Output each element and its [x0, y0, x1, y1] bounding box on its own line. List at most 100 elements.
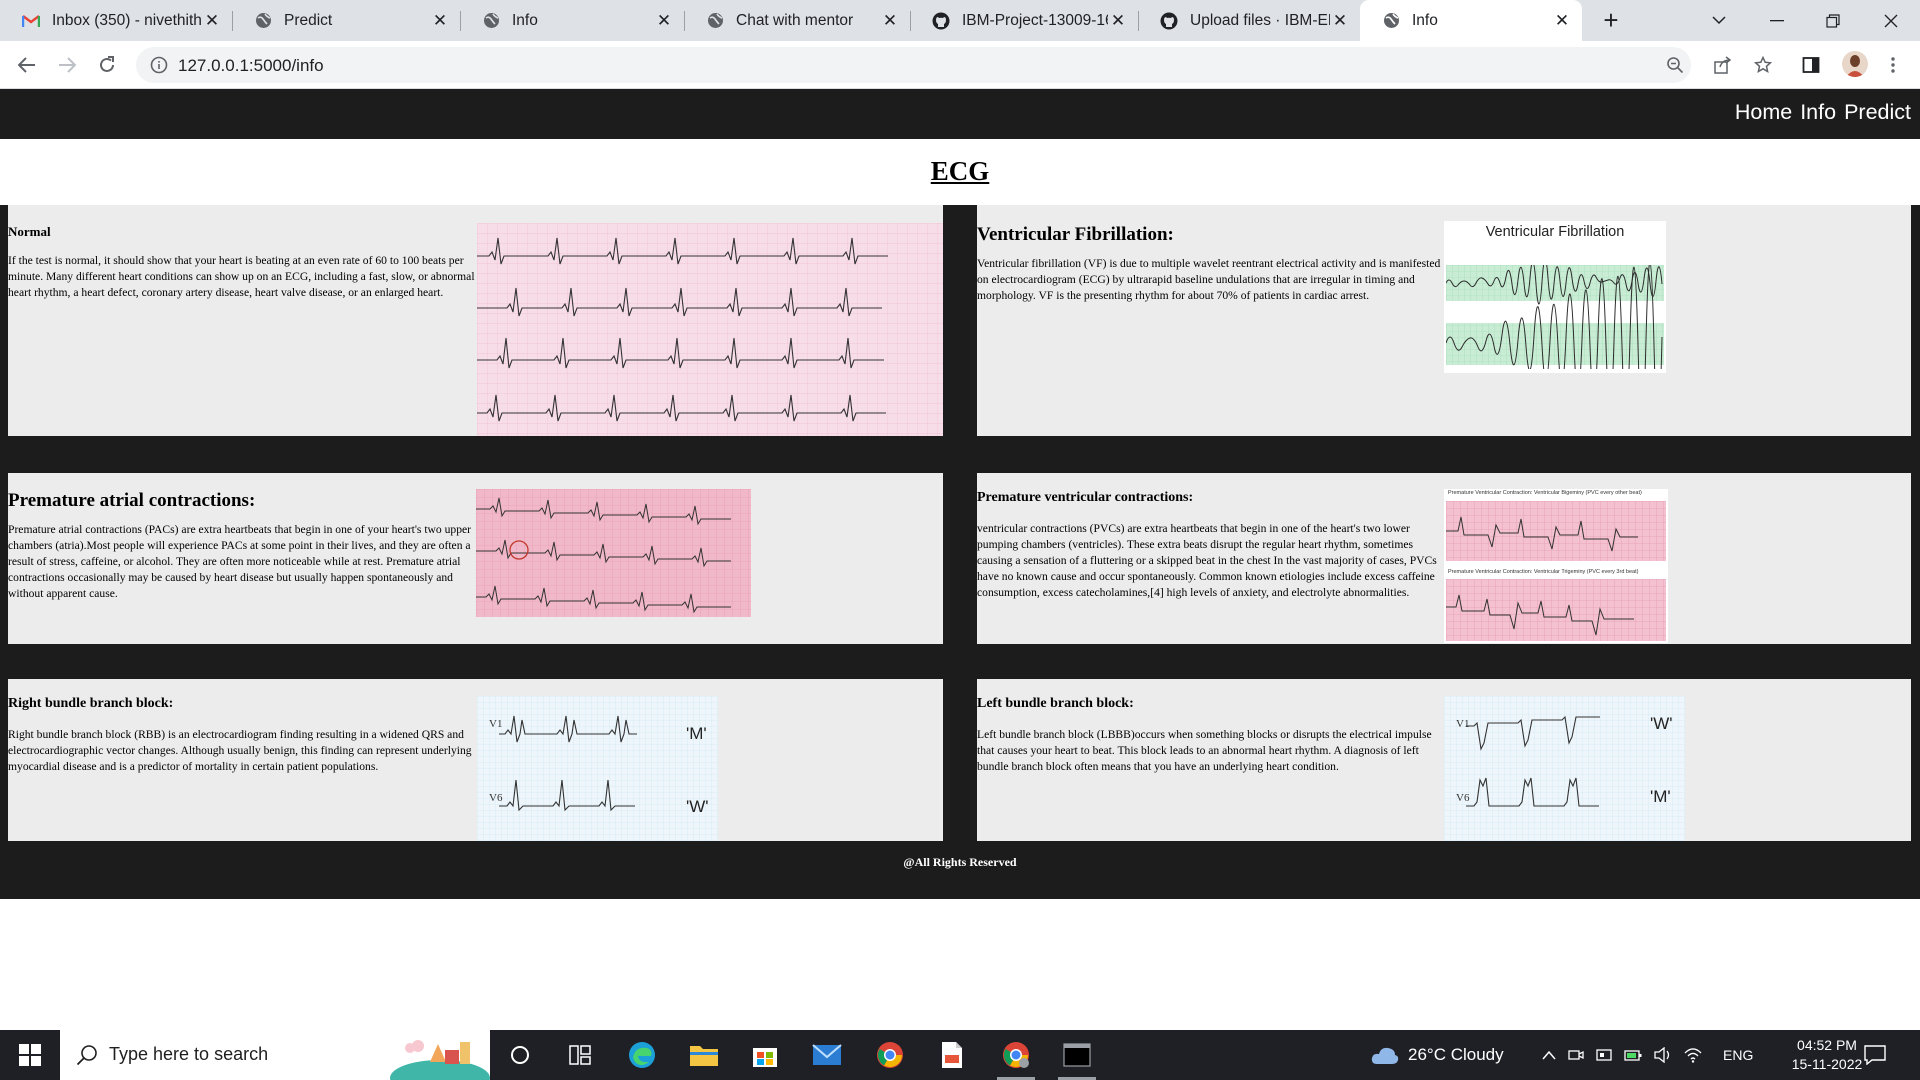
close-tab-icon[interactable]: ✕: [654, 11, 674, 31]
search-highlight-illustration-icon: [390, 1040, 490, 1080]
tab-title: Info: [1412, 11, 1438, 29]
ecg-rbbb-image: V1 V6 'M' 'W': [477, 696, 718, 841]
github-icon: [932, 12, 950, 30]
search-icon: [76, 1045, 97, 1066]
forward-button[interactable]: [52, 50, 82, 80]
globe-icon: [1382, 12, 1400, 30]
minimize-icon[interactable]: [1750, 0, 1804, 41]
card-text: Right bundle branch block (RBB) is an el…: [8, 728, 472, 773]
close-tab-icon[interactable]: ✕: [1108, 11, 1128, 31]
tab-github-project[interactable]: IBM-Project-13009-16 ✕: [910, 0, 1139, 41]
github-icon: [1160, 12, 1178, 30]
ecg-pac-image: [476, 489, 751, 617]
image-title: Ventricular Fibrillation: [1485, 224, 1625, 240]
globe-icon: [254, 12, 272, 30]
site-info-icon[interactable]: [150, 56, 168, 74]
lead-label: V6: [489, 792, 503, 804]
terminal-taskbar-icon[interactable]: [1048, 1030, 1106, 1080]
wifi-icon[interactable]: [1684, 1047, 1702, 1063]
ecg-lbbb-image: V1 V6 'W' 'M': [1444, 696, 1685, 841]
close-window-icon[interactable]: [1864, 0, 1918, 41]
share-icon[interactable]: [1714, 56, 1732, 74]
tab-title: Upload files · IBM-EPB: [1190, 11, 1330, 29]
nav-predict-link[interactable]: Predict: [1844, 100, 1911, 125]
file-explorer-taskbar-icon[interactable]: [675, 1030, 733, 1080]
card-premature-atrial: Premature atrial contractions: Premature…: [8, 473, 943, 644]
clock-date: 15-11-2022: [1791, 1056, 1863, 1072]
zoom-icon[interactable]: [1666, 56, 1684, 74]
back-button[interactable]: [12, 50, 42, 80]
system-tray-icons: [1542, 1030, 1702, 1080]
network-adapter-icon[interactable]: [1596, 1047, 1612, 1063]
card-normal: Normal If the test is normal, it should …: [8, 205, 943, 436]
profile-avatar[interactable]: [1842, 51, 1868, 77]
tab-predict[interactable]: Predict ✕: [232, 0, 461, 41]
pattern-label: 'W': [686, 797, 709, 816]
footer-text: @All Rights Reserved: [903, 855, 1017, 869]
close-tab-icon[interactable]: ✕: [430, 11, 450, 31]
tab-search-icon[interactable]: [1692, 0, 1746, 41]
ecg-vf-image: Ventricular Fibrillation: [1444, 221, 1666, 373]
ecg-normal-image: [477, 223, 943, 436]
clock[interactable]: 04:52 PM 15-11-2022: [1782, 1036, 1872, 1074]
lead-label: V1: [489, 718, 503, 730]
windows-taskbar: Type here to search 26°C Cloudy ENG 04:5…: [0, 1030, 1920, 1080]
edge-taskbar-icon[interactable]: [613, 1030, 671, 1080]
language-indicator[interactable]: ENG: [1723, 1030, 1753, 1080]
weather-text: 26°C Cloudy: [1408, 1045, 1504, 1064]
chrome-profile-taskbar-icon[interactable]: [987, 1030, 1045, 1080]
new-tab-button[interactable]: +: [1596, 5, 1626, 35]
chevron-up-icon[interactable]: [1542, 1050, 1556, 1060]
card-text: Ventricular fibrillation (VF) is due to …: [977, 257, 1441, 302]
volume-icon[interactable]: [1654, 1047, 1672, 1063]
close-tab-icon[interactable]: ✕: [880, 11, 900, 31]
tab-title: Chat with mentor: [736, 11, 854, 29]
tab-info-active[interactable]: Info ✕: [1360, 0, 1582, 41]
weather-widget[interactable]: 26°C Cloudy: [1370, 1030, 1504, 1080]
card-text: If the test is normal, it should show th…: [8, 254, 475, 299]
menu-kebab-icon[interactable]: [1884, 56, 1902, 74]
card-heading: Left bundle branch block:: [977, 696, 1134, 711]
nav-info-link[interactable]: Info: [1800, 100, 1836, 125]
restore-icon[interactable]: [1806, 0, 1860, 41]
pattern-label: 'M': [1650, 787, 1671, 806]
url-text[interactable]: 127.0.0.1:5000/info: [178, 56, 324, 76]
store-taskbar-icon[interactable]: [736, 1030, 794, 1080]
start-button[interactable]: [0, 1030, 60, 1080]
tab-info[interactable]: Info ✕: [460, 0, 685, 41]
taskbar-search-box[interactable]: Type here to search: [60, 1030, 490, 1080]
reload-button[interactable]: [92, 50, 122, 80]
task-view-button[interactable]: [551, 1030, 609, 1080]
battery-icon[interactable]: [1624, 1048, 1642, 1062]
lead-label: V6: [1456, 792, 1470, 804]
tab-title: Info: [512, 11, 538, 29]
notification-center-button[interactable]: [1864, 1030, 1886, 1080]
content-area: Normal If the test is normal, it should …: [0, 205, 1920, 899]
pattern-label: 'W': [1650, 714, 1673, 733]
cortana-button[interactable]: [491, 1030, 549, 1080]
tab-title: Inbox (350) - nivethith: [52, 11, 202, 29]
meet-now-icon[interactable]: [1568, 1047, 1584, 1063]
document-app-taskbar-icon[interactable]: [923, 1030, 981, 1080]
site-navbar: Home Info Predict: [0, 89, 1920, 139]
tab-chat-with-mentor[interactable]: Chat with mentor ✕: [684, 0, 911, 41]
mail-taskbar-icon[interactable]: [798, 1030, 856, 1080]
pattern-label: 'M': [686, 724, 707, 743]
close-tab-icon[interactable]: ✕: [1330, 11, 1350, 31]
chrome-taskbar-icon[interactable]: [861, 1030, 919, 1080]
tab-title: IBM-Project-13009-16: [962, 11, 1108, 29]
tab-github-upload[interactable]: Upload files · IBM-EPB ✕: [1138, 0, 1360, 41]
tab-gmail[interactable]: Inbox (350) - nivethith ✕: [0, 0, 233, 41]
close-tab-icon[interactable]: ✕: [202, 11, 222, 31]
card-heading: Normal: [8, 224, 51, 239]
card-left-bundle-branch-block: Left bundle branch block: Left bundle br…: [977, 679, 1911, 841]
bookmark-star-icon[interactable]: [1754, 56, 1772, 74]
close-tab-icon[interactable]: ✕: [1552, 11, 1572, 31]
browser-toolbar: 127.0.0.1:5000/info: [0, 41, 1920, 89]
nav-home-link[interactable]: Home: [1735, 100, 1792, 125]
card-ventricular-fibrillation: Ventricular Fibrillation: Ventricular fi…: [977, 205, 1911, 436]
globe-icon: [482, 12, 500, 30]
card-text: ventricular contractions (PVCs) are extr…: [977, 522, 1437, 599]
side-panel-icon[interactable]: [1802, 56, 1820, 74]
address-bar[interactable]: 127.0.0.1:5000/info: [136, 47, 1691, 83]
